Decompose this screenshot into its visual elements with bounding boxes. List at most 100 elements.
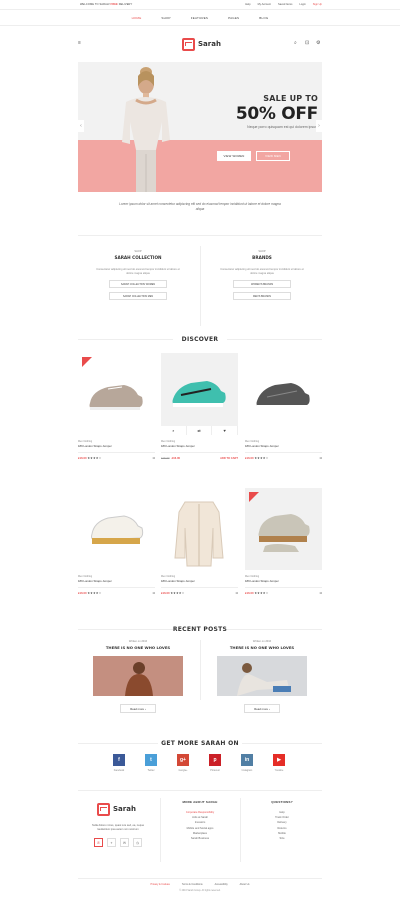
blog-post-card[interactable]: Written on 2016 THERE IS NO ONE WHO LOVE… xyxy=(202,640,322,713)
search-icon[interactable]: ⌕ xyxy=(294,41,297,46)
help-link[interactable]: Help xyxy=(245,3,250,6)
youtube-icon[interactable]: ▶ xyxy=(273,754,285,766)
heart-icon[interactable]: ♥ xyxy=(212,426,239,435)
chevron-left-icon[interactable]: ‹ xyxy=(78,120,84,132)
terms-link[interactable]: Terms & Conditions xyxy=(182,883,203,886)
nav-home[interactable]: HOME xyxy=(132,16,142,20)
search-icon[interactable]: ⌕ xyxy=(161,426,187,435)
twitter-icon[interactable]: t xyxy=(145,754,157,766)
product-image[interactable] xyxy=(245,488,322,570)
privacy-link[interactable]: Privacy & Cookies xyxy=(150,883,169,886)
shop-title: SARAH COLLECTION xyxy=(114,255,162,260)
product-name[interactable]: 189 London Straps Jumper xyxy=(245,444,322,448)
product-category: Men Clothing xyxy=(161,440,176,443)
social-label: Pinterest xyxy=(210,769,220,772)
product-price: £16.00 xyxy=(161,591,170,595)
product-name[interactable]: 189 London Straps Jumper xyxy=(78,579,155,583)
blog-post-card[interactable]: Written on 2016 THERE IS NO ONE WHO LOVE… xyxy=(78,640,198,713)
collection-women-button[interactable]: SARAH COLLECTION WOMEN xyxy=(109,280,167,288)
product-card[interactable]: Men Clothing 189 London Straps Jumper £1… xyxy=(245,353,322,460)
social-facebook[interactable]: f Facebook xyxy=(112,754,126,772)
product-name[interactable]: 189 London Straps Jumper xyxy=(161,444,238,448)
bag-icon[interactable]: ⊡ xyxy=(153,456,155,460)
nav-blog[interactable]: BLOG xyxy=(259,16,268,20)
pinterest-icon[interactable]: p xyxy=(209,754,221,766)
divider xyxy=(78,235,322,236)
bag-icon[interactable]: ⊡ xyxy=(236,591,238,595)
menu-icon[interactable]: ≡ xyxy=(78,41,81,46)
product-name[interactable]: 189 London Straps Jumper xyxy=(78,444,155,448)
nav-pages[interactable]: PAGES xyxy=(228,16,239,20)
phone-icon[interactable]: ✆ xyxy=(94,838,103,847)
location-icon[interactable]: ⌖ xyxy=(107,838,116,847)
about-link[interactable]: About Us xyxy=(240,883,250,886)
product-card[interactable]: Men Clothing 189 London Straps Jumper £1… xyxy=(78,488,155,595)
main-nav: HOME SHOP FEATURES PAGES BLOG xyxy=(0,10,400,26)
collection-men-button[interactable]: SARAH COLLECTION MEN xyxy=(109,292,167,300)
accessibility-link[interactable]: Accessibility xyxy=(215,883,228,886)
bag-icon[interactable]: ⊡ xyxy=(153,591,155,595)
bag-icon[interactable]: ⊡ xyxy=(320,456,322,460)
instagram-icon[interactable]: in xyxy=(241,754,253,766)
social-label: Google+ xyxy=(178,769,188,772)
product-category: Men Clothing xyxy=(245,440,260,443)
divider xyxy=(200,640,201,700)
social-twitter[interactable]: t Twitter xyxy=(144,754,158,772)
nav-features[interactable]: FEATURES xyxy=(191,16,208,20)
logo[interactable]: Sarah xyxy=(182,35,222,53)
google-plus-icon[interactable]: g+ xyxy=(177,754,189,766)
product-card[interactable]: Men Clothing 189 London Straps Jumper £1… xyxy=(78,353,155,460)
product-category: Men Clothing xyxy=(245,575,260,578)
nav-shop[interactable]: SHOP xyxy=(161,16,170,20)
bag-icon[interactable]: ⊡ xyxy=(320,591,322,595)
chevron-right-icon[interactable]: › xyxy=(316,120,322,132)
read-more-button[interactable]: Read more › xyxy=(120,704,156,713)
product-price: £16.00 xyxy=(78,456,87,460)
shop-small-label: SHOP xyxy=(134,250,142,253)
login-link[interactable]: Login xyxy=(299,3,305,6)
product-card[interactable]: ⌕ ⇄ ♥ Men Clothing 189 London Straps Jum… xyxy=(161,353,239,460)
sale-badge xyxy=(82,357,92,367)
product-card[interactable]: Men Clothing 189 London Straps Jumper £1… xyxy=(245,488,322,595)
product-name[interactable]: 189 London Straps Jumper xyxy=(245,579,322,583)
footer-link[interactable]: Size xyxy=(242,836,322,841)
product-card[interactable]: Men Clothing 189 London Straps Jumper £1… xyxy=(161,488,238,595)
product-price: £16.00 xyxy=(78,591,87,595)
cart-icon[interactable]: ⊡ xyxy=(305,41,309,46)
social-instagram[interactable]: in Instagram xyxy=(240,754,254,772)
post-date: Written on 2016 xyxy=(128,640,148,643)
product-image[interactable]: ⌕ ⇄ ♥ xyxy=(161,353,239,435)
product-image[interactable] xyxy=(245,353,322,435)
social-pinterest[interactable]: p Pinterest xyxy=(208,754,222,772)
social-google[interactable]: g+ Google+ xyxy=(176,754,190,772)
product-image[interactable] xyxy=(78,353,155,435)
clock-icon[interactable]: ◷ xyxy=(133,838,142,847)
footer-link[interactable]: Sarah Business xyxy=(162,836,238,841)
mens-brands-button[interactable]: MEN'S BRANDS xyxy=(233,292,291,300)
mail-icon[interactable]: ✉ xyxy=(120,838,129,847)
product-image[interactable] xyxy=(78,488,155,570)
footer-logo[interactable]: Sarah xyxy=(97,800,139,818)
product-name[interactable]: 189 London Straps Jumper xyxy=(161,579,238,583)
post-title[interactable]: THERE IS NO ONE WHO LOVES xyxy=(78,645,198,650)
signup-link[interactable]: Sign Up xyxy=(313,3,322,6)
post-title[interactable]: THERE IS NO ONE WHO LOVES xyxy=(202,645,322,650)
post-image[interactable] xyxy=(93,656,183,696)
view-men-button[interactable]: VIEW MEN xyxy=(256,151,290,161)
post-image[interactable] xyxy=(217,656,307,696)
product-image[interactable] xyxy=(161,488,238,570)
view-women-button[interactable]: VIEW WOMEN xyxy=(217,151,251,161)
womens-brands-button[interactable]: WOMEN'S BRANDS xyxy=(233,280,291,288)
product-price: £16.00 xyxy=(245,591,254,595)
read-more-button[interactable]: Read more › xyxy=(244,704,280,713)
my-account-link[interactable]: My Account xyxy=(258,3,271,6)
compare-icon[interactable]: ⇄ xyxy=(187,426,213,435)
add-to-cart-button[interactable]: ADD TO CART xyxy=(220,457,238,460)
settings-icon[interactable]: ⚙ xyxy=(316,41,320,46)
facebook-icon[interactable]: f xyxy=(113,754,125,766)
footer-about-text: Nulla dolore minus, quasi iure sed, ea, … xyxy=(91,824,145,831)
rating-stars: ★★★★☆ xyxy=(254,591,269,595)
saved-items-link[interactable]: Saved Items xyxy=(278,3,292,6)
social-youtube[interactable]: ▶ Youtube xyxy=(272,754,286,772)
footer-more-about: MORE ABOUT SARAH Corporate Responsibilit… xyxy=(162,800,238,841)
